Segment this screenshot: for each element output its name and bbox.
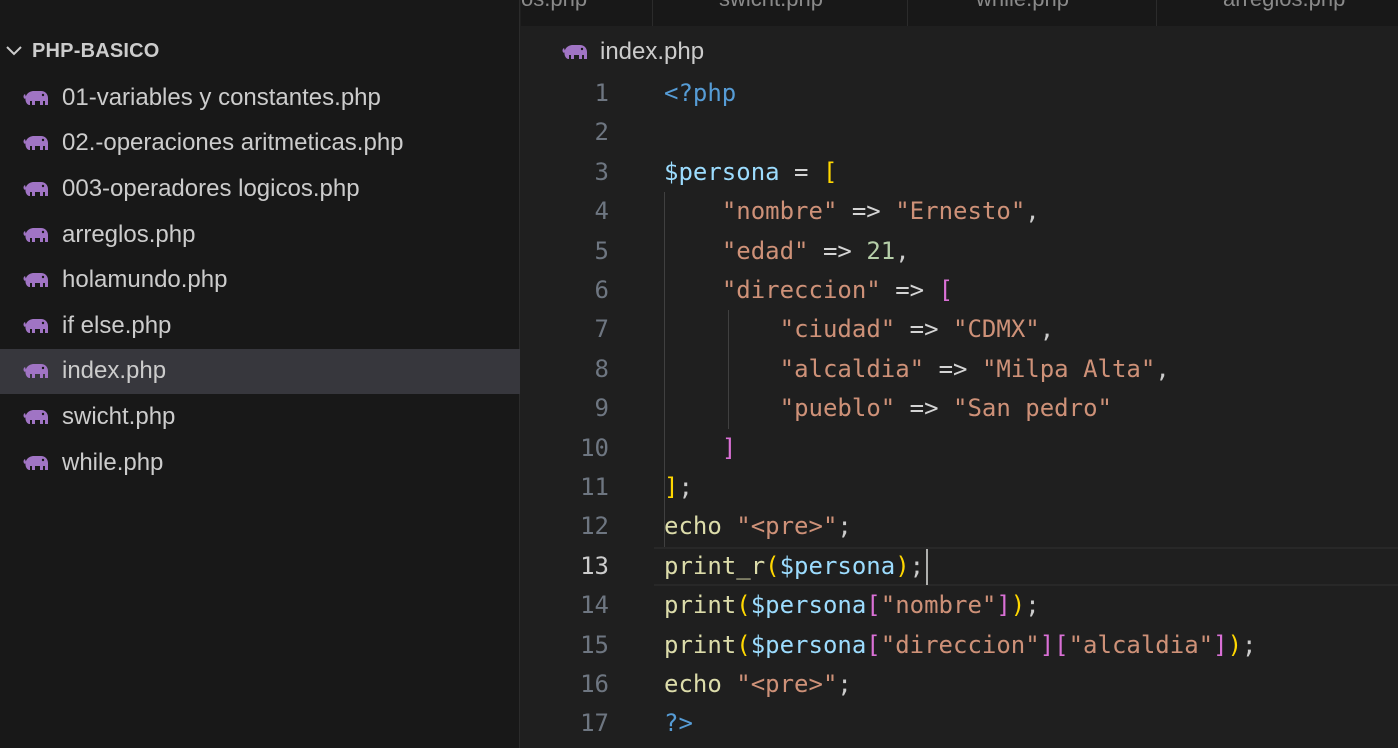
code-editor[interactable]: 1 <?php 2 3 $persona = [ 4 "nombre" => "Ernes… <box>521 74 1398 748</box>
line-number: 5 <box>594 236 609 265</box>
file-name: if else.php <box>62 311 172 339</box>
line-number: 6 <box>594 276 609 304</box>
file-item[interactable]: arreglos.php <box>0 212 520 258</box>
line-number: 12 <box>580 512 609 541</box>
code-line[interactable]: 1 <?php <box>521 74 1398 113</box>
php-elephant-icon <box>22 360 50 382</box>
file-item[interactable]: 003-operadores logicos.php <box>0 166 520 212</box>
code-text: "pueblo" => "San pedro" <box>779 394 1112 423</box>
code-line[interactable]: 15 print($persona["direccion"]["alcaldia"… <box>521 626 1398 665</box>
code-line[interactable]: 2 <box>521 113 1398 152</box>
code-line[interactable]: 14 print($persona["nombre"]); <box>521 586 1398 625</box>
code-text: $persona = [ <box>664 157 838 186</box>
file-item[interactable]: while.php <box>0 440 520 486</box>
php-elephant-icon <box>22 224 50 246</box>
code-line[interactable]: 4 "nombre" => "Ernesto", <box>521 192 1398 231</box>
explorer-sidebar: PHP-BASICO 01-variables y constantes.php… <box>0 0 520 748</box>
code-line[interactable]: 16 echo "<pre>"; <box>521 665 1398 704</box>
chevron-down-icon[interactable] <box>0 40 28 62</box>
code-line[interactable]: 11]; <box>521 468 1398 507</box>
file-item[interactable]: swicht.php <box>0 394 520 440</box>
code-line[interactable]: 13 print_r($persona); <box>521 547 1398 586</box>
file-item[interactable]: 01-variables y constantes.php <box>0 75 520 121</box>
tab-arreglos[interactable]: arreglos.php <box>1157 0 1398 26</box>
line-number: 16 <box>580 670 609 698</box>
code-text: ?> <box>664 709 693 738</box>
file-name: index.php <box>62 357 167 385</box>
line-number: 7 <box>594 315 609 344</box>
line-number: 15 <box>580 630 609 659</box>
php-elephant-icon <box>22 406 50 428</box>
code-text: print_r($persona); <box>664 551 925 580</box>
text-cursor <box>926 548 929 585</box>
code-line[interactable]: 10 ] <box>521 429 1398 468</box>
line-number: 2 <box>594 118 609 147</box>
code-text: print($persona["direccion"]["alcaldia"])… <box>664 630 1257 659</box>
code-line[interactable]: 3 $persona = [ <box>521 153 1398 192</box>
code-text: ]; <box>664 473 693 501</box>
file-list: 01-variables y constantes.php 02.-operaci… <box>0 75 520 485</box>
line-number: 8 <box>594 354 609 383</box>
file-item[interactable]: if else.php <box>0 303 520 349</box>
line-number: 17 <box>580 709 609 738</box>
file-name: holamundo.php <box>62 266 228 294</box>
folder-name: PHP-BASICO <box>32 39 160 62</box>
line-number: 3 <box>594 157 609 186</box>
code-text: "nombre" => "Ernesto", <box>721 197 1040 226</box>
file-name: 01-variables y constantes.php <box>62 83 381 111</box>
code-text: echo "<pre>"; <box>664 512 852 541</box>
line-number: 14 <box>580 591 609 620</box>
code-line[interactable]: 5 "edad" => 21, <box>521 232 1398 271</box>
php-elephant-icon <box>22 178 50 200</box>
tab-while[interactable]: while.php <box>908 0 1157 26</box>
php-elephant-icon <box>22 269 50 291</box>
php-elephant-icon <box>22 452 50 474</box>
editor-tabs: os.php swicht.php while.php arreglos.php <box>521 0 1398 26</box>
file-item[interactable]: holamundo.php <box>0 257 520 303</box>
code-text: "ciudad" => "CDMX", <box>779 315 1055 344</box>
php-elephant-icon <box>562 42 588 62</box>
php-elephant-icon <box>22 87 50 109</box>
line-number: 11 <box>580 473 609 501</box>
code-text: "alcaldia" => "Milpa Alta", <box>779 354 1170 383</box>
code-line[interactable]: 9 "pueblo" => "San pedro" <box>521 389 1398 428</box>
code-line[interactable]: 8 "alcaldia" => "Milpa Alta", <box>521 350 1398 389</box>
php-elephant-icon <box>22 132 50 154</box>
breadcrumb[interactable]: index.php <box>562 36 704 68</box>
code-text: "edad" => 21, <box>721 236 910 265</box>
file-name: while.php <box>62 448 164 476</box>
code-line[interactable]: 12 echo "<pre>"; <box>521 507 1398 546</box>
breadcrumb-file: index.php <box>600 38 705 65</box>
code-line[interactable]: 6 "direccion" => [ <box>521 271 1398 310</box>
file-name: arreglos.php <box>62 220 196 248</box>
file-name: 02.-operaciones aritmeticas.php <box>62 129 404 157</box>
file-item[interactable]: 02.-operaciones aritmeticas.php <box>0 121 520 167</box>
line-number: 10 <box>580 433 609 462</box>
code-text: ] <box>721 433 737 462</box>
tab-swicht[interactable]: swicht.php <box>653 0 908 26</box>
folder-header[interactable]: PHP-BASICO <box>0 34 520 68</box>
tab-os[interactable]: os.php <box>521 0 653 26</box>
line-number: 13 <box>580 551 609 580</box>
code-text: <?php <box>664 79 737 107</box>
file-name: 003-operadores logicos.php <box>62 174 360 202</box>
code-text: "direccion" => [ <box>721 276 954 304</box>
code-line[interactable]: 7 "ciudad" => "CDMX", <box>521 310 1398 349</box>
code-text: print($persona["nombre"]); <box>664 591 1040 620</box>
php-elephant-icon <box>22 315 50 337</box>
file-name: swicht.php <box>62 402 176 430</box>
line-number: 1 <box>594 79 609 107</box>
code-line[interactable]: 17 ?> <box>521 704 1398 743</box>
code-text: echo "<pre>"; <box>664 670 852 698</box>
line-number: 9 <box>594 394 609 423</box>
file-item[interactable]: index.php <box>0 348 520 395</box>
line-number: 4 <box>594 197 609 226</box>
